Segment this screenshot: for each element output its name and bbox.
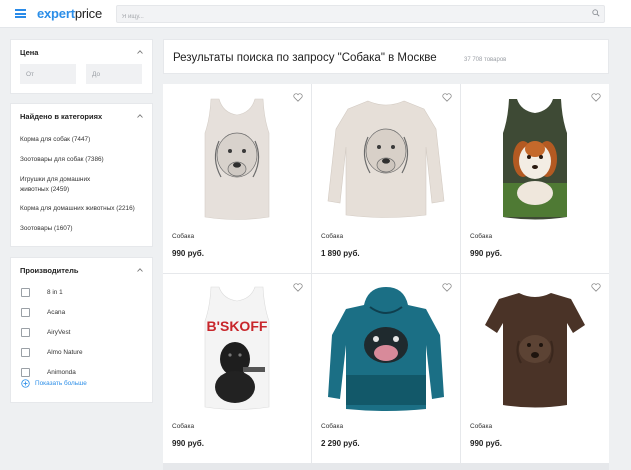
manufacturer-label: Almo Nature xyxy=(47,349,83,356)
product-card[interactable]: Собака 1 890 руб. xyxy=(312,84,460,273)
category-item[interactable]: Корма для собак (7447) xyxy=(20,135,145,145)
product-image[interactable]: B'SKOFF xyxy=(163,279,311,419)
category-count: (7447) xyxy=(71,136,91,143)
product-image[interactable] xyxy=(163,89,311,229)
product-name[interactable]: Собака xyxy=(172,423,194,430)
manufacturer-label: 8 in 1 xyxy=(47,289,63,296)
chevron-up-icon[interactable] xyxy=(137,49,143,55)
logo-part-1: expert xyxy=(37,6,75,21)
categories-title: Найдено в категориях xyxy=(20,112,103,121)
category-label: Корма для собак xyxy=(20,136,70,143)
menu-icon[interactable] xyxy=(15,9,26,18)
category-label: Корма для домашних животных xyxy=(20,205,115,212)
print-text: B'SKOFF xyxy=(207,318,268,334)
checkbox[interactable] xyxy=(21,368,30,377)
chevron-up-icon[interactable] xyxy=(137,113,143,119)
product-card[interactable]: Собака 2 290 руб. xyxy=(312,274,460,463)
product-name[interactable]: Собака xyxy=(321,423,343,430)
product-name[interactable]: Собака xyxy=(172,233,194,240)
product-name[interactable]: Собака xyxy=(321,233,343,240)
show-more-label: Показать больше xyxy=(35,380,87,387)
product-grid: Собака 990 руб. Собака 1 890 руб. Собака… xyxy=(163,84,609,470)
product-image[interactable] xyxy=(461,89,609,229)
category-item[interactable]: Игрушки для домашних животных (2459) xyxy=(20,175,120,194)
manufacturer-panel: Производитель 8 in 1 Acana AiryVest Almo… xyxy=(10,257,153,403)
product-price: 990 руб. xyxy=(172,439,204,448)
product-price: 990 руб. xyxy=(172,249,204,258)
chevron-up-icon[interactable] xyxy=(137,267,143,273)
manufacturer-label: Acana xyxy=(47,309,66,316)
logo[interactable]: expertprice xyxy=(37,6,102,21)
product-name[interactable]: Собака xyxy=(470,423,492,430)
price-from-input[interactable] xyxy=(20,64,76,84)
product-price: 990 руб. xyxy=(470,249,502,258)
category-count: (2459) xyxy=(50,185,70,193)
price-to-input[interactable] xyxy=(86,64,142,84)
categories-panel: Найдено в категориях Корма для собак (74… xyxy=(10,103,153,247)
results-header: Результаты поиска по запросу "Собака" в … xyxy=(163,39,609,74)
top-bar: expertprice xyxy=(0,0,631,28)
search-input[interactable] xyxy=(116,5,605,23)
category-label: Зоотовары xyxy=(20,225,53,232)
checkbox[interactable] xyxy=(21,348,30,357)
product-card[interactable]: B'SKOFF Собака 990 руб. xyxy=(163,274,311,463)
plus-circle-icon xyxy=(21,379,30,388)
category-item[interactable]: Зоотовары (1607) xyxy=(20,224,145,234)
price-filter-panel: Цена xyxy=(10,39,153,94)
category-count: (1607) xyxy=(54,225,73,232)
product-card[interactable]: Собака 990 руб. xyxy=(461,84,609,273)
page-title: Результаты поиска по запросу "Собака" в … xyxy=(173,52,437,64)
manufacturer-title: Производитель xyxy=(20,266,79,275)
category-count: (2216) xyxy=(116,205,135,212)
category-item[interactable]: Корма для домашних животных (2216) xyxy=(20,204,145,214)
price-filter-title: Цена xyxy=(20,48,39,57)
manufacturer-label: Animonda xyxy=(47,369,76,376)
product-name[interactable]: Собака xyxy=(470,233,492,240)
checkbox[interactable] xyxy=(21,328,30,337)
product-image[interactable] xyxy=(312,89,460,229)
product-price: 2 290 руб. xyxy=(321,439,360,448)
product-image[interactable] xyxy=(312,279,460,419)
category-item[interactable]: Зоотовары для собак (7386) xyxy=(20,155,145,165)
category-label: Зоотовары для собак xyxy=(20,156,84,163)
product-image[interactable] xyxy=(461,279,609,419)
logo-part-2: price xyxy=(74,6,103,21)
product-price: 1 890 руб. xyxy=(321,249,360,258)
results-count: 37 708 товаров xyxy=(464,57,507,63)
checkbox[interactable] xyxy=(21,288,30,297)
product-card[interactable]: Собака 990 руб. xyxy=(461,274,609,463)
category-count: (7386) xyxy=(85,156,104,163)
checkbox[interactable] xyxy=(21,308,30,317)
search-icon[interactable] xyxy=(592,9,600,17)
product-price: 990 руб. xyxy=(470,439,502,448)
product-card[interactable]: Собака 990 руб. xyxy=(163,84,311,273)
manufacturer-label: AiryVest xyxy=(47,329,71,336)
